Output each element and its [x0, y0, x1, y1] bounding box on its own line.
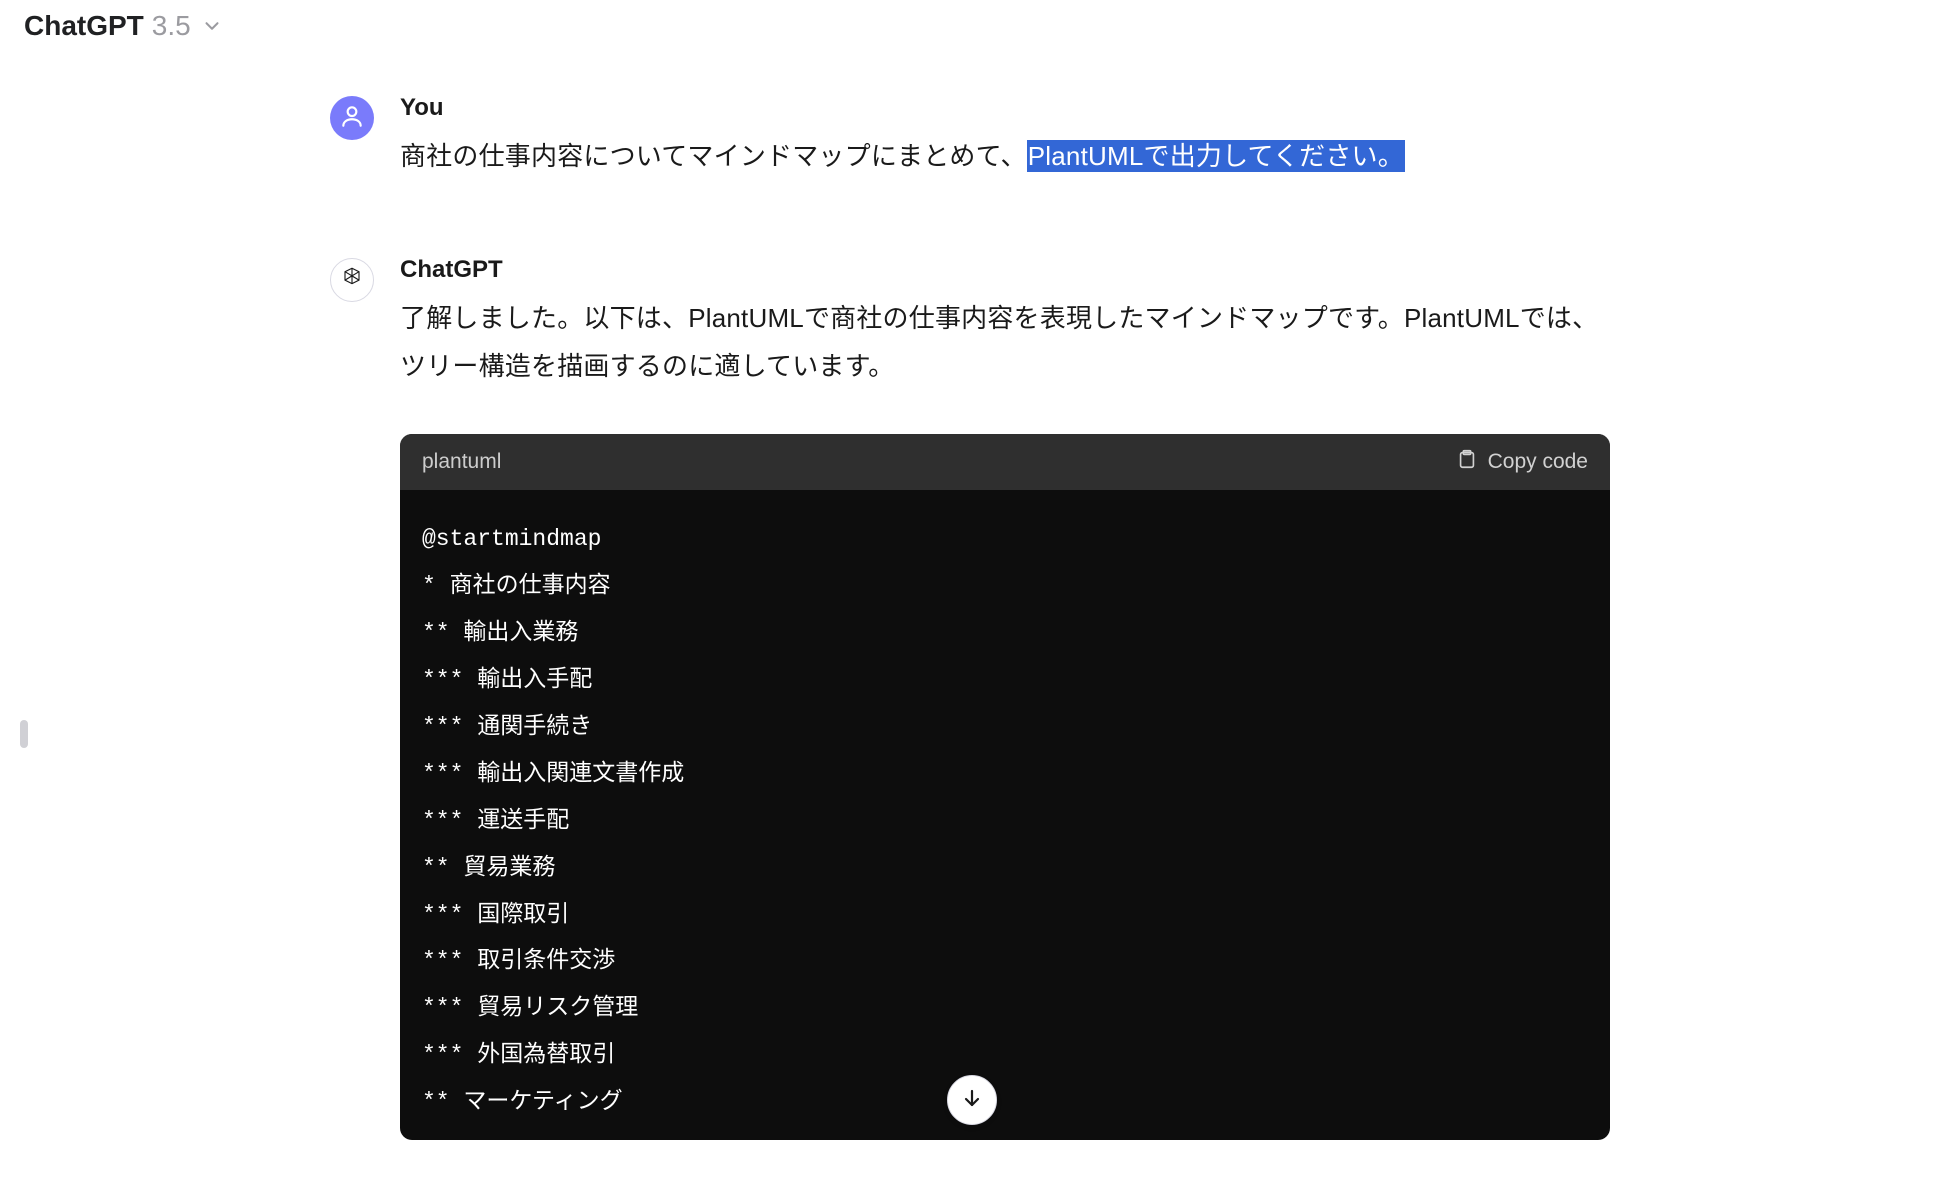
- user-text-plain: 商社の仕事内容についてマインドマップにまとめて、: [400, 141, 1027, 171]
- user-author-label: You: [400, 94, 1620, 122]
- user-text-selection: PlantUMLで出力してください。: [1027, 140, 1405, 172]
- model-version[interactable]: 3.5: [152, 10, 191, 42]
- code-block-header: plantuml Copy code: [400, 434, 1610, 490]
- openai-icon: [338, 264, 366, 297]
- person-icon: [339, 103, 365, 134]
- user-message-body: You 商社の仕事内容についてマインドマップにまとめて、PlantUMLで出力し…: [400, 94, 1620, 180]
- scroll-down-button[interactable]: [947, 1075, 997, 1125]
- code-language-label: plantuml: [422, 450, 501, 474]
- left-scrollbar[interactable]: [20, 720, 28, 748]
- clipboard-icon: [1456, 448, 1478, 476]
- copy-code-button[interactable]: Copy code: [1456, 448, 1588, 476]
- user-avatar: [330, 96, 374, 140]
- app-title: ChatGPT: [24, 10, 144, 42]
- copy-code-label: Copy code: [1488, 450, 1588, 474]
- assistant-message-body: ChatGPT 了解しました。以下は、PlantUMLで商社の仕事内容を表現した…: [400, 256, 1620, 1140]
- app-header: ChatGPT 3.5: [0, 0, 1960, 52]
- chevron-down-icon[interactable]: [201, 15, 223, 37]
- assistant-message: ChatGPT 了解しました。以下は、PlantUMLで商社の仕事内容を表現した…: [330, 256, 1620, 1140]
- code-content[interactable]: @startmindmap * 商社の仕事内容 ** 輸出入業務 *** 輸出入…: [400, 490, 1610, 1140]
- arrow-down-icon: [960, 1086, 984, 1115]
- assistant-author-label: ChatGPT: [400, 256, 1620, 284]
- code-block: plantuml Copy code @startmindmap * 商社の仕事…: [400, 434, 1610, 1140]
- assistant-avatar: [330, 258, 374, 302]
- user-message-text: 商社の仕事内容についてマインドマップにまとめて、PlantUMLで出力してくださ…: [400, 132, 1620, 180]
- user-message: You 商社の仕事内容についてマインドマップにまとめて、PlantUMLで出力し…: [330, 94, 1620, 180]
- conversation: You 商社の仕事内容についてマインドマップにまとめて、PlantUMLで出力し…: [330, 94, 1620, 1140]
- assistant-message-text: 了解しました。以下は、PlantUMLで商社の仕事内容を表現したマインドマップで…: [400, 294, 1620, 390]
